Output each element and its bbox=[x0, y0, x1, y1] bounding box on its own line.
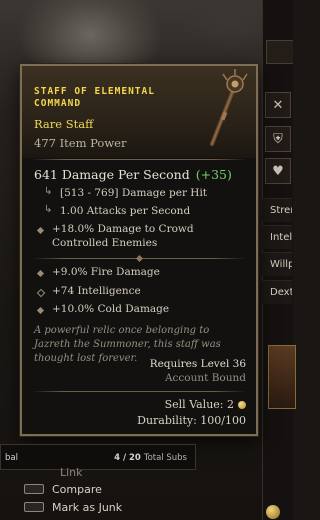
account-bound: Account Bound bbox=[164, 372, 246, 384]
subs-count-value: 4 / 20 bbox=[114, 453, 141, 463]
attacks-per-second: 1.00 Attacks per Second bbox=[60, 205, 191, 217]
stat-dexterity: Dext bbox=[262, 280, 292, 304]
item-name-line-1: STAFF OF ELEMENTAL bbox=[34, 86, 155, 97]
keybind-icon bbox=[24, 484, 44, 494]
staff-icon bbox=[210, 69, 248, 146]
item-type: Rare Staff bbox=[34, 117, 94, 131]
item-name-line-2: COMMAND bbox=[34, 98, 82, 109]
divider bbox=[32, 159, 246, 160]
keybind-icon bbox=[24, 502, 44, 512]
arrow-icon: ↳ bbox=[44, 186, 53, 197]
subs-counter-bar: bal 4 / 20 Total Subs bbox=[0, 444, 196, 470]
sell-value: Sell Value: 2 bbox=[165, 398, 246, 411]
heart-icon[interactable]: ♥ bbox=[265, 158, 291, 184]
menu-item-compare-label: Compare bbox=[52, 482, 102, 496]
sell-value-text: Sell Value: 2 bbox=[164, 398, 234, 411]
implicit-affix: +18.0% Damage to Crowd Controlled Enemie… bbox=[52, 223, 194, 249]
equipped-item-slot[interactable] bbox=[268, 345, 296, 409]
dps-value: 641 Damage Per Second bbox=[34, 167, 190, 182]
divider-gem-icon bbox=[135, 254, 144, 263]
item-name: STAFF OF ELEMENTAL COMMAND bbox=[34, 86, 194, 110]
menu-item-link[interactable]: Link bbox=[60, 464, 83, 480]
damage-per-second: 641 Damage Per Second (+35) bbox=[34, 167, 232, 182]
affix-cold-damage: +10.0% Cold Damage bbox=[52, 303, 170, 315]
subs-count-label: Total Subs bbox=[143, 453, 187, 463]
close-icon[interactable]: ✕ bbox=[265, 92, 291, 118]
character-tab[interactable] bbox=[266, 40, 293, 64]
shield-heart-icon[interactable]: ⛨ bbox=[265, 126, 291, 152]
dps-delta: (+35) bbox=[195, 167, 232, 182]
bullet-icon bbox=[36, 306, 45, 315]
stat-willpower: Willp bbox=[262, 252, 292, 276]
damage-per-hit: [513 - 769] Damage per Hit bbox=[60, 187, 208, 199]
gold-coin-icon bbox=[266, 505, 280, 519]
bullet-hollow-icon bbox=[36, 288, 46, 298]
bullet-icon bbox=[36, 226, 45, 235]
subs-count: 4 / 20 Total Subs bbox=[114, 453, 187, 463]
bullet-icon bbox=[36, 269, 45, 278]
menu-item-junk-label: Mark as Junk bbox=[52, 500, 123, 514]
menu-item-mark-junk[interactable]: Mark as Junk bbox=[24, 499, 122, 515]
item-power: 477 Item Power bbox=[34, 136, 127, 150]
durability: Durability: 100/100 bbox=[137, 414, 246, 427]
stat-strength: Stren bbox=[262, 198, 292, 222]
affix-intelligence: +74 Intelligence bbox=[52, 285, 141, 297]
affix-fire-damage: +9.0% Fire Damage bbox=[52, 266, 160, 278]
menu-item-compare[interactable]: Compare bbox=[24, 481, 102, 497]
arrow-icon: ↳ bbox=[44, 204, 53, 215]
subs-left-text: bal bbox=[5, 453, 18, 463]
required-level: Requires Level 36 bbox=[149, 358, 246, 370]
gold-coin-icon bbox=[238, 401, 246, 409]
menu-item-link-label: Link bbox=[60, 465, 83, 479]
stat-intelligence: Intel bbox=[262, 225, 292, 249]
item-tooltip: STAFF OF ELEMENTAL COMMAND Rare Staff 47… bbox=[20, 64, 258, 436]
divider bbox=[32, 391, 246, 392]
